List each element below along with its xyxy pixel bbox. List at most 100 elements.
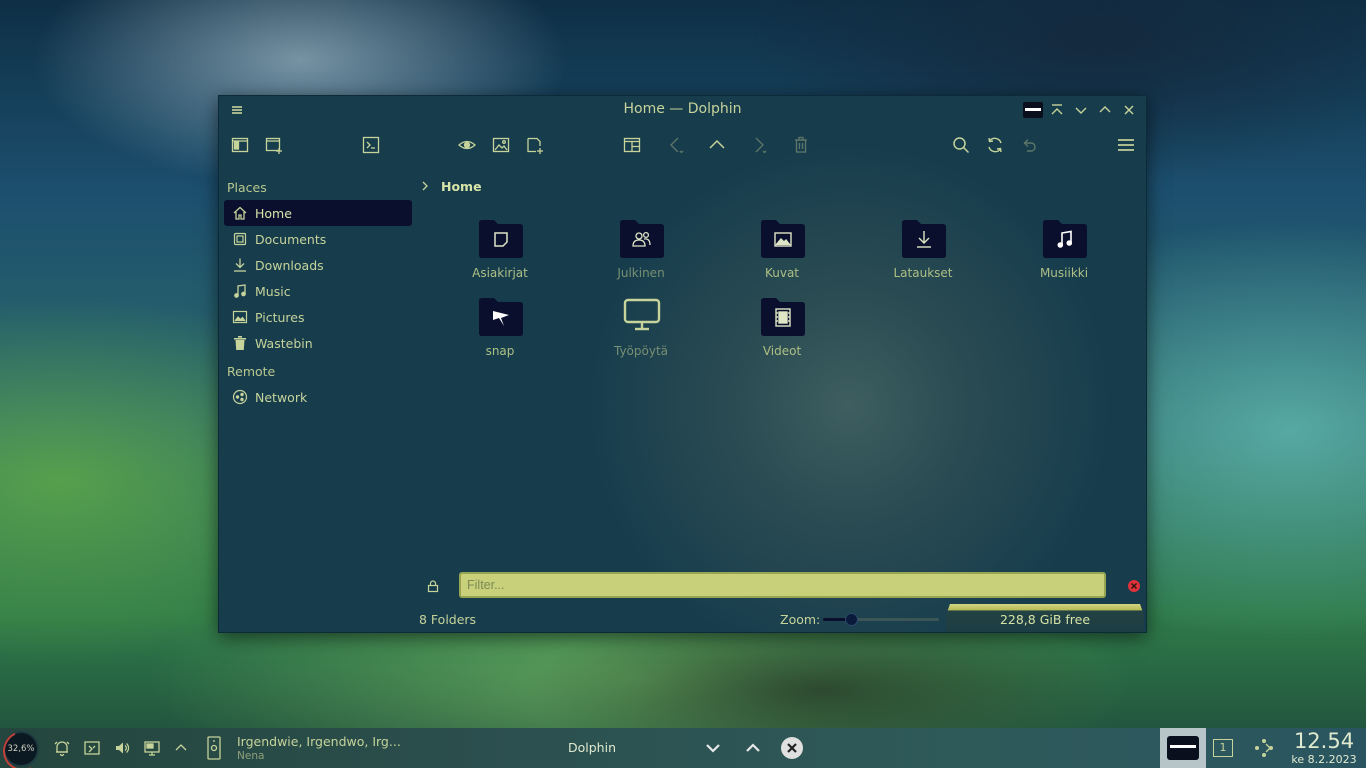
- folder-item[interactable]: Julkinen: [570, 216, 712, 290]
- home-icon: [232, 205, 248, 221]
- folder-label: Asiakirjat: [472, 266, 528, 280]
- pictures-folder-icon: [761, 218, 805, 258]
- forward-icon[interactable]: [749, 135, 769, 155]
- chevron-right-icon[interactable]: [419, 180, 431, 192]
- breadcrumb-home[interactable]: Home: [441, 179, 482, 194]
- folder-item[interactable]: Videot: [711, 294, 853, 368]
- folder-item[interactable]: Kuvat: [711, 216, 853, 290]
- free-space-indicator[interactable]: 228,8 GiB free: [946, 604, 1144, 632]
- notifications-bell-icon[interactable]: [53, 739, 71, 757]
- videos-folder-icon: [761, 296, 805, 336]
- clock-date[interactable]: ke 8.2.2023: [1286, 753, 1362, 766]
- sidebar-item-label: Pictures: [255, 309, 305, 325]
- taskbar: 32,6% Irgendwie, Irgendwo, Irg... Nena D…: [0, 728, 1366, 768]
- show-panels-icon[interactable]: [230, 135, 250, 155]
- back-icon[interactable]: [666, 135, 686, 155]
- desktop-monitor-icon: [620, 296, 664, 336]
- media-track-artist: Nena: [237, 750, 265, 762]
- terminal-icon[interactable]: [361, 135, 381, 155]
- new-tab-icon[interactable]: [525, 135, 545, 155]
- close-icon[interactable]: [1119, 100, 1139, 120]
- hamburger-menu-icon[interactable]: [1116, 135, 1136, 155]
- undo-icon[interactable]: [1019, 135, 1039, 155]
- zoom-slider[interactable]: [823, 613, 939, 626]
- sidebar-item-downloads[interactable]: Downloads: [224, 252, 412, 278]
- folder-label: Julkinen: [617, 266, 665, 280]
- cpu-load-value: 32,6%: [7, 744, 35, 754]
- media-player-icon[interactable]: [205, 734, 223, 762]
- virtual-desktop-pager[interactable]: 1: [1213, 739, 1233, 757]
- preview-icon[interactable]: [457, 135, 477, 155]
- sidebar-item-home[interactable]: Home: [224, 200, 412, 226]
- folder-label: Lataukset: [893, 266, 953, 280]
- free-space-label: 228,8 GiB free: [999, 612, 1091, 627]
- chevron-up-icon[interactable]: [172, 739, 190, 757]
- reload-icon[interactable]: [985, 135, 1005, 155]
- window-title: Home — Dolphin: [623, 101, 742, 117]
- folder-label: Videot: [762, 344, 802, 358]
- image-icon[interactable]: [491, 135, 511, 155]
- places-header: Places: [227, 180, 267, 195]
- minimize-icon[interactable]: [1071, 100, 1091, 120]
- downloads-icon: [232, 257, 248, 273]
- folder-label: snap: [485, 344, 515, 358]
- clipboard-icon[interactable]: [83, 739, 101, 757]
- network-icon: [232, 389, 248, 405]
- close-task-icon[interactable]: [781, 737, 803, 759]
- kde-connect-icon[interactable]: [1251, 737, 1275, 759]
- sidebar-item-label: Documents: [255, 231, 327, 247]
- search-icon[interactable]: [951, 135, 971, 155]
- media-track-title[interactable]: Irgendwie, Irgendwo, Irg...: [237, 734, 401, 749]
- folder-label: Musiikki: [1039, 266, 1089, 280]
- task-dolphin[interactable]: Dolphin: [568, 740, 616, 755]
- folder-label: Työpöytä: [613, 344, 669, 358]
- pictures-icon: [232, 309, 248, 325]
- folder-item[interactable]: Lataukset: [852, 216, 994, 290]
- sidebar-item-label: Downloads: [255, 257, 324, 273]
- lock-icon[interactable]: [426, 578, 440, 593]
- public-folder-icon: [620, 218, 664, 258]
- title-bar[interactable]: Home — Dolphin: [219, 96, 1146, 124]
- sidebar-item-music[interactable]: Music: [224, 278, 412, 304]
- filter-input[interactable]: [459, 572, 1106, 598]
- sidebar-item-documents[interactable]: Documents: [224, 226, 412, 252]
- remote-header: Remote: [227, 364, 276, 379]
- zoom-label: Zoom:: [780, 612, 821, 627]
- folder-item[interactable]: snap: [429, 294, 571, 368]
- chevron-down-icon[interactable]: [702, 737, 724, 759]
- up-icon[interactable]: [707, 135, 727, 155]
- sidebar-item-label: Music: [255, 283, 291, 299]
- chevron-up-icon[interactable]: [742, 737, 764, 759]
- sidebar-item-network[interactable]: Network: [224, 384, 412, 410]
- clear-filter-icon[interactable]: [1127, 578, 1141, 592]
- display-icon[interactable]: [143, 739, 161, 757]
- trash-icon[interactable]: [791, 135, 811, 155]
- clock-time[interactable]: 12.54: [1286, 729, 1362, 753]
- sidebar-item-label: Wastebin: [255, 335, 313, 351]
- document-folder-icon: [479, 218, 523, 258]
- app-icon: [1023, 102, 1043, 118]
- folder-label: Kuvat: [764, 266, 800, 280]
- downloads-folder-icon: [902, 218, 946, 258]
- volume-icon[interactable]: [113, 739, 131, 757]
- folder-item[interactable]: Työpöytä: [570, 294, 712, 368]
- zoom-slider-handle[interactable]: [844, 613, 858, 626]
- trash-icon: [232, 335, 248, 351]
- sidebar-item-label: Network: [255, 389, 308, 405]
- snap-folder-icon: [479, 296, 523, 336]
- folder-count: 8 Folders: [419, 612, 477, 627]
- sidebar-item-label: Home: [255, 205, 292, 221]
- maximize-icon[interactable]: [1095, 100, 1115, 120]
- music-folder-icon: [1043, 218, 1087, 258]
- sidebar-item-pictures[interactable]: Pictures: [224, 304, 412, 330]
- keep-above-icon[interactable]: [1047, 100, 1067, 120]
- sidebar-item-wastebin[interactable]: Wastebin: [224, 330, 412, 356]
- dolphin-taskbar-entry[interactable]: [1160, 728, 1206, 768]
- toolbar: [219, 129, 1146, 161]
- folder-item[interactable]: Musiikki: [993, 216, 1135, 290]
- places-panel: Places Home Documents Downloads Music Pi…: [224, 176, 412, 410]
- split-view-icon[interactable]: [622, 135, 642, 155]
- new-window-icon[interactable]: [264, 135, 284, 155]
- cpu-load-monitor[interactable]: 32,6%: [3, 731, 39, 767]
- folder-item[interactable]: Asiakirjat: [429, 216, 571, 290]
